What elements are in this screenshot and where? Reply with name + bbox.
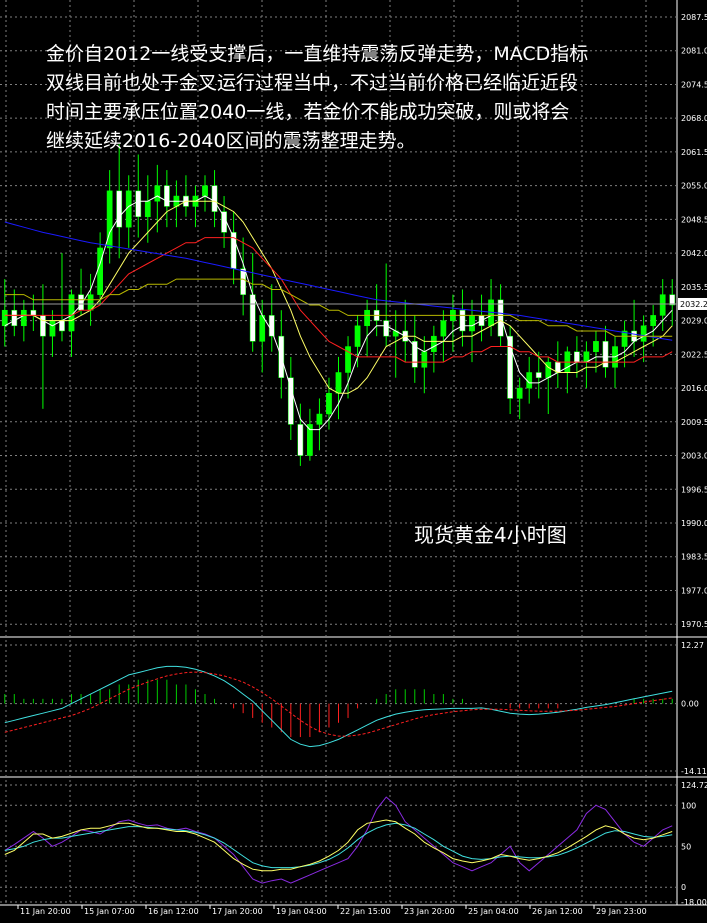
bearish-candle: [268, 315, 275, 337]
price-y-tick-label: 2048.5: [681, 215, 707, 224]
x-tick-label: 16 Jan 12:00: [148, 907, 199, 916]
oscillator-y-tick-label: 50: [681, 842, 691, 851]
x-tick-label: 11 Jan 20:00: [20, 907, 71, 916]
bearish-candle: [163, 185, 170, 207]
price-y-tick-label: 2029.0: [681, 317, 707, 326]
moving-average-ma_blue: [4, 221, 673, 341]
bullish-candle: [621, 330, 628, 347]
price-y-tick-label: 2016.0: [681, 384, 707, 393]
bearish-candle: [297, 424, 304, 456]
bearish-candle: [383, 320, 390, 337]
bullish-candle: [326, 393, 332, 415]
bullish-candle: [49, 320, 56, 337]
x-tick-label: 19 Jan 04:00: [276, 907, 327, 916]
oscillator-y-tick-label: 124.72: [681, 781, 707, 790]
moving-average-ma_olive: [4, 278, 673, 337]
price-y-tick-label: 2042.0: [681, 249, 707, 258]
bearish-candle: [211, 185, 218, 212]
bullish-candle: [545, 361, 552, 378]
bearish-candle: [240, 268, 247, 295]
current-price-label: 2032.2: [680, 300, 707, 309]
x-tick-label: 25 Jan 04:00: [468, 907, 519, 916]
bullish-candle: [593, 341, 599, 352]
x-tick-label: 15 Jan 07:00: [84, 907, 135, 916]
price-y-tick-label: 2035.5: [681, 283, 707, 292]
bearish-candle: [411, 341, 418, 368]
x-tick-label: 26 Jan 12:00: [532, 907, 583, 916]
oscillator-rsi-line: [4, 796, 673, 884]
macd-y-tick-label: 12.27: [681, 641, 704, 650]
bullish-candle: [469, 315, 475, 332]
bearish-candle: [669, 294, 676, 306]
bullish-candle: [144, 200, 151, 218]
bearish-candle: [30, 309, 37, 316]
price-y-tick-label: 2009.5: [681, 418, 707, 427]
bullish-candle: [154, 185, 161, 202]
oscillator-y-tick-label: 0: [681, 883, 686, 892]
bullish-candle: [335, 372, 342, 394]
price-y-tick-label: 2003.0: [681, 452, 707, 461]
bullish-candle: [650, 315, 657, 327]
bullish-candle: [316, 413, 323, 425]
macd-y-tick-label: -14.11: [681, 767, 707, 776]
oscillator-y-tick-label: -18.00: [681, 898, 707, 907]
price-y-tick-label: 1970.5: [681, 620, 707, 629]
bearish-candle: [249, 294, 256, 342]
bullish-candle: [97, 247, 103, 295]
x-tick-label: 23 Jan 20:00: [404, 907, 455, 916]
bullish-candle: [421, 351, 428, 368]
bearish-candle: [535, 372, 542, 378]
bullish-candle: [440, 320, 447, 337]
bullish-candle: [354, 325, 361, 347]
bearish-candle: [135, 190, 142, 218]
bearish-candle: [287, 377, 294, 425]
price-y-tick-label: 2087.5: [681, 13, 707, 22]
commentary-text: 金价自2012一线受支撑后，一直维持震荡反弹走势，MACD指标 双线目前也处于金…: [46, 43, 589, 152]
bullish-candle: [659, 294, 666, 316]
x-tick-label: 29 Jan 23:00: [596, 907, 647, 916]
bullish-candle: [1, 309, 8, 327]
bearish-candle: [116, 190, 123, 228]
moving-average-ma_red: [4, 237, 673, 363]
bullish-candle: [202, 185, 208, 197]
bearish-candle: [497, 299, 504, 337]
x-tick-label: 17 Jan 20:00: [212, 907, 263, 916]
price-y-tick-label: 1990.0: [681, 519, 707, 528]
bullish-candle: [516, 387, 523, 399]
bullish-candle: [640, 325, 647, 342]
bearish-candle: [11, 309, 18, 327]
bullish-candle: [430, 335, 437, 352]
price-y-tick-label: 2055.0: [681, 182, 707, 191]
price-y-tick-label: 1983.5: [681, 553, 707, 562]
oscillator-y-tick-label: 100: [681, 801, 696, 810]
x-tick-label: 22 Jan 15:00: [340, 907, 391, 916]
bullish-candle: [364, 309, 370, 327]
bearish-candle: [574, 351, 580, 363]
bearish-candle: [40, 315, 46, 337]
bearish-candle: [459, 309, 466, 332]
macd-y-tick-label: 0.00: [681, 700, 699, 709]
price-y-tick-label: 2022.5: [681, 350, 707, 359]
bullish-candle: [20, 309, 27, 327]
chart-label: 现货黄金4小时图: [414, 523, 567, 547]
price-y-tick-label: 1977.0: [681, 586, 707, 595]
price-y-tick-label: 1996.5: [681, 485, 707, 494]
